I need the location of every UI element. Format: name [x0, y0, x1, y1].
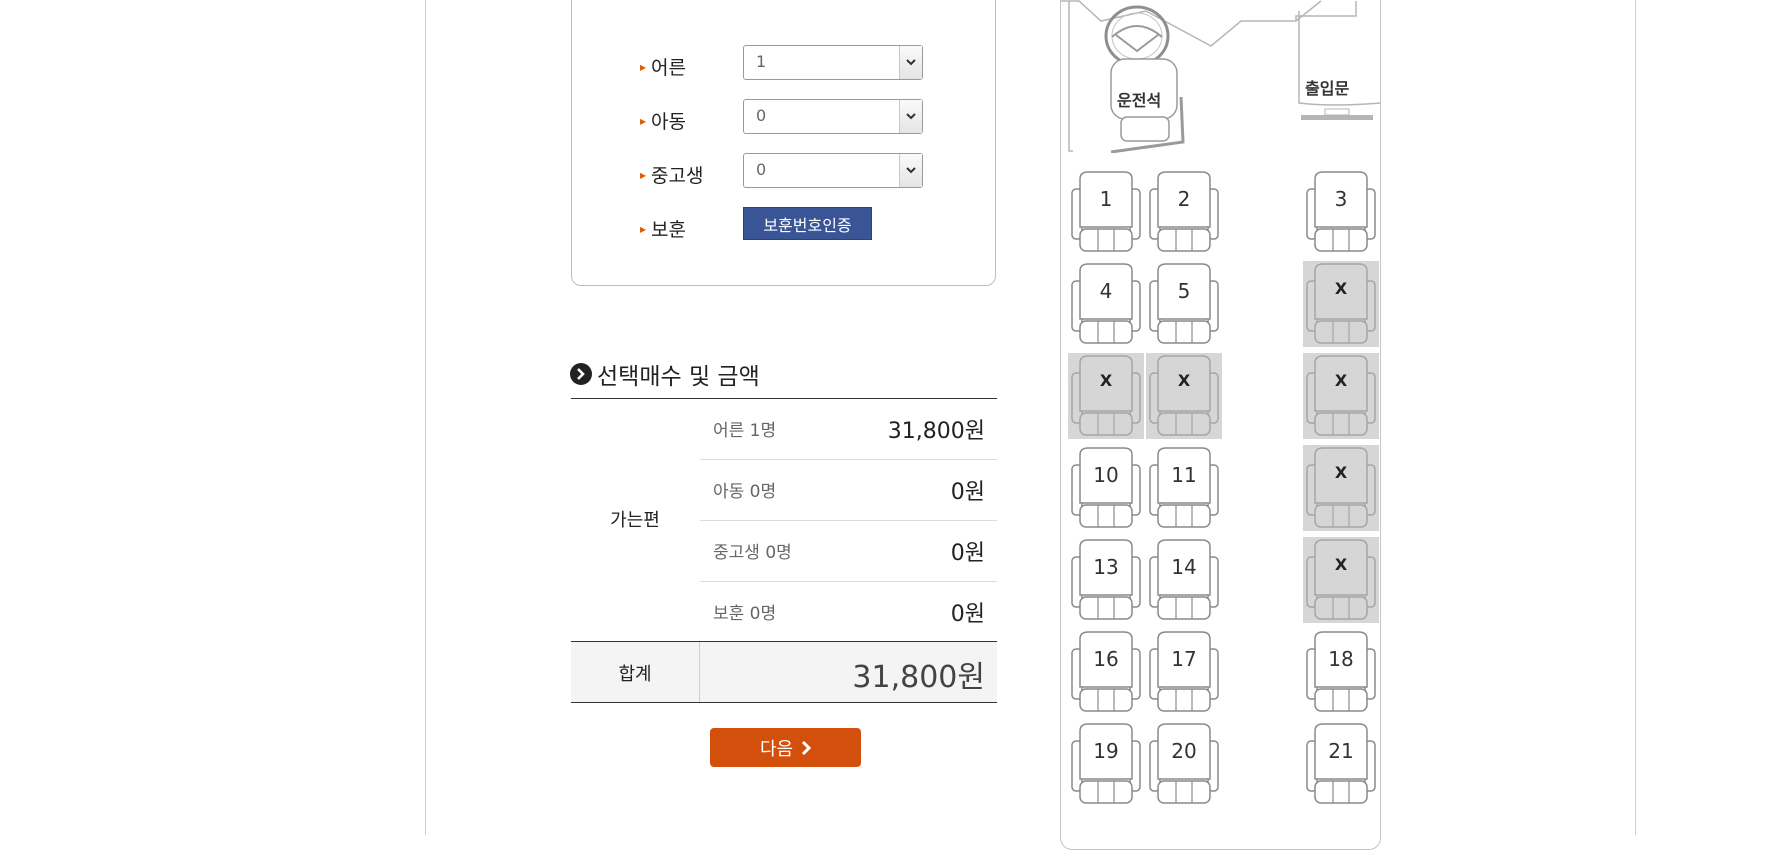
seat-number: 5: [1177, 279, 1191, 303]
chevron-down-icon: [899, 100, 922, 133]
chevron-down-icon: [899, 46, 922, 79]
fare-row-adult: 어른 1명 31,800원: [700, 398, 997, 458]
seat-available[interactable]: 18: [1303, 629, 1379, 715]
seat-reserved: X: [1303, 353, 1379, 439]
seat-number: 2: [1177, 187, 1191, 211]
seat-available[interactable]: 14: [1146, 537, 1222, 623]
seat-number: 19: [1093, 739, 1119, 763]
veteran-label: 보훈: [651, 219, 686, 241]
seat-available[interactable]: 11: [1146, 445, 1222, 531]
seat-reserved: X: [1303, 261, 1379, 347]
fare-amount: 0원: [950, 480, 985, 505]
adult-count-select[interactable]: 1: [743, 45, 923, 80]
student-count-select[interactable]: 0: [743, 153, 923, 188]
seat-reserved: X: [1068, 353, 1144, 439]
seat-available[interactable]: 19: [1068, 721, 1144, 807]
child-count-value: 0: [756, 106, 767, 125]
fare-row-veteran: 보훈 0명 0원: [700, 581, 997, 641]
seat-available[interactable]: 16: [1068, 629, 1144, 715]
fare-row-child: 아동 0명 0원: [700, 459, 997, 519]
page-frame-right: [1635, 0, 1636, 835]
passenger-selection-box: ▸ 어른 1 ▸ 아동 0 ▸ 중고생 0 ▸ 보훈 보훈번호인증: [571, 0, 996, 286]
seat-number: 20: [1171, 739, 1197, 763]
total-amount: 31,800원: [852, 660, 985, 695]
child-count-select[interactable]: 0: [743, 99, 923, 134]
seat-reserved: X: [1146, 353, 1222, 439]
summary-heading: 선택매수 및 금액: [570, 357, 760, 391]
chevron-right-icon: ▸: [640, 59, 647, 74]
seat-number: X: [1177, 371, 1191, 390]
seat-number: 18: [1328, 647, 1354, 671]
seat-available[interactable]: 3: [1303, 169, 1379, 255]
fare-amount: 0원: [950, 541, 985, 566]
seat-number: 17: [1171, 647, 1197, 671]
child-row: ▸ 아동 0: [640, 99, 940, 135]
seat-reserved: X: [1303, 445, 1379, 531]
chevron-circle-icon: [570, 363, 592, 385]
next-button-label: 다음: [759, 738, 794, 760]
fare-label: 어른 1명: [713, 421, 777, 441]
adult-label: 어른: [651, 57, 686, 79]
total-label: 합계: [618, 664, 652, 685]
seat-available[interactable]: 10: [1068, 445, 1144, 531]
seat-available[interactable]: 4: [1068, 261, 1144, 347]
seat-available[interactable]: 5: [1146, 261, 1222, 347]
fare-amount: 0원: [950, 602, 985, 627]
door-label: 출입문: [1305, 79, 1350, 98]
table-bottom-rule: [571, 702, 997, 703]
next-button[interactable]: 다음: [710, 728, 861, 767]
seat-number: 14: [1171, 555, 1197, 579]
seat-available[interactable]: 21: [1303, 721, 1379, 807]
seat-available[interactable]: 13: [1068, 537, 1144, 623]
total-row: 합계 31,800원: [571, 642, 997, 702]
seat-number: X: [1334, 463, 1348, 482]
seat-number: X: [1334, 555, 1348, 574]
veteran-verify-button[interactable]: 보훈번호인증: [743, 207, 872, 240]
veteran-row: ▸ 보훈 보훈번호인증: [640, 207, 940, 243]
seat-number: 10: [1093, 463, 1119, 487]
seat-number: 11: [1171, 463, 1197, 487]
bus-seat-map: 운전석 출입문 1 2 3 4 5 X X X X 10 11 X 13 14 X 16 17 18 19 20 21: [1060, 0, 1381, 850]
seat-reserved: X: [1303, 537, 1379, 623]
seat-number: X: [1099, 371, 1113, 390]
total-col-divider: [699, 642, 700, 702]
student-row: ▸ 중고생 0: [640, 153, 940, 189]
page-frame-left: [425, 0, 426, 835]
fare-amount: 31,800원: [887, 419, 985, 444]
child-label: 아동: [651, 111, 686, 133]
chevron-down-icon: [899, 154, 922, 187]
fare-row-student: 중고생 0명 0원: [700, 520, 997, 580]
adult-count-value: 1: [756, 52, 767, 71]
seat-number: 13: [1093, 555, 1119, 579]
driver-seat-label: 운전석: [1117, 91, 1162, 110]
fare-label: 중고생 0명: [713, 543, 792, 563]
chevron-right-icon: ▸: [640, 113, 647, 128]
seat-available[interactable]: 2: [1146, 169, 1222, 255]
seat-available[interactable]: 20: [1146, 721, 1222, 807]
chevron-right-icon: ▸: [640, 221, 647, 236]
seat-number: 1: [1099, 187, 1113, 211]
seat-number: X: [1334, 279, 1348, 298]
student-count-value: 0: [756, 160, 767, 179]
fare-label: 보훈 0명: [713, 604, 777, 624]
chevron-right-icon: ▸: [640, 167, 647, 182]
chevron-right-icon: [802, 740, 812, 755]
seat-number: 3: [1334, 187, 1348, 211]
seat-number: 21: [1328, 739, 1354, 763]
seat-number: 16: [1093, 647, 1119, 671]
seat-number: X: [1334, 371, 1348, 390]
seat-number: 4: [1099, 279, 1113, 303]
fare-label: 아동 0명: [713, 482, 777, 502]
trip-label: 가는편: [610, 510, 660, 531]
seat-available[interactable]: 17: [1146, 629, 1222, 715]
student-label: 중고생: [651, 165, 704, 187]
adult-row: ▸ 어른 1: [640, 45, 940, 81]
seat-available[interactable]: 1: [1068, 169, 1144, 255]
summary-title: 선택매수 및 금액: [597, 364, 760, 390]
